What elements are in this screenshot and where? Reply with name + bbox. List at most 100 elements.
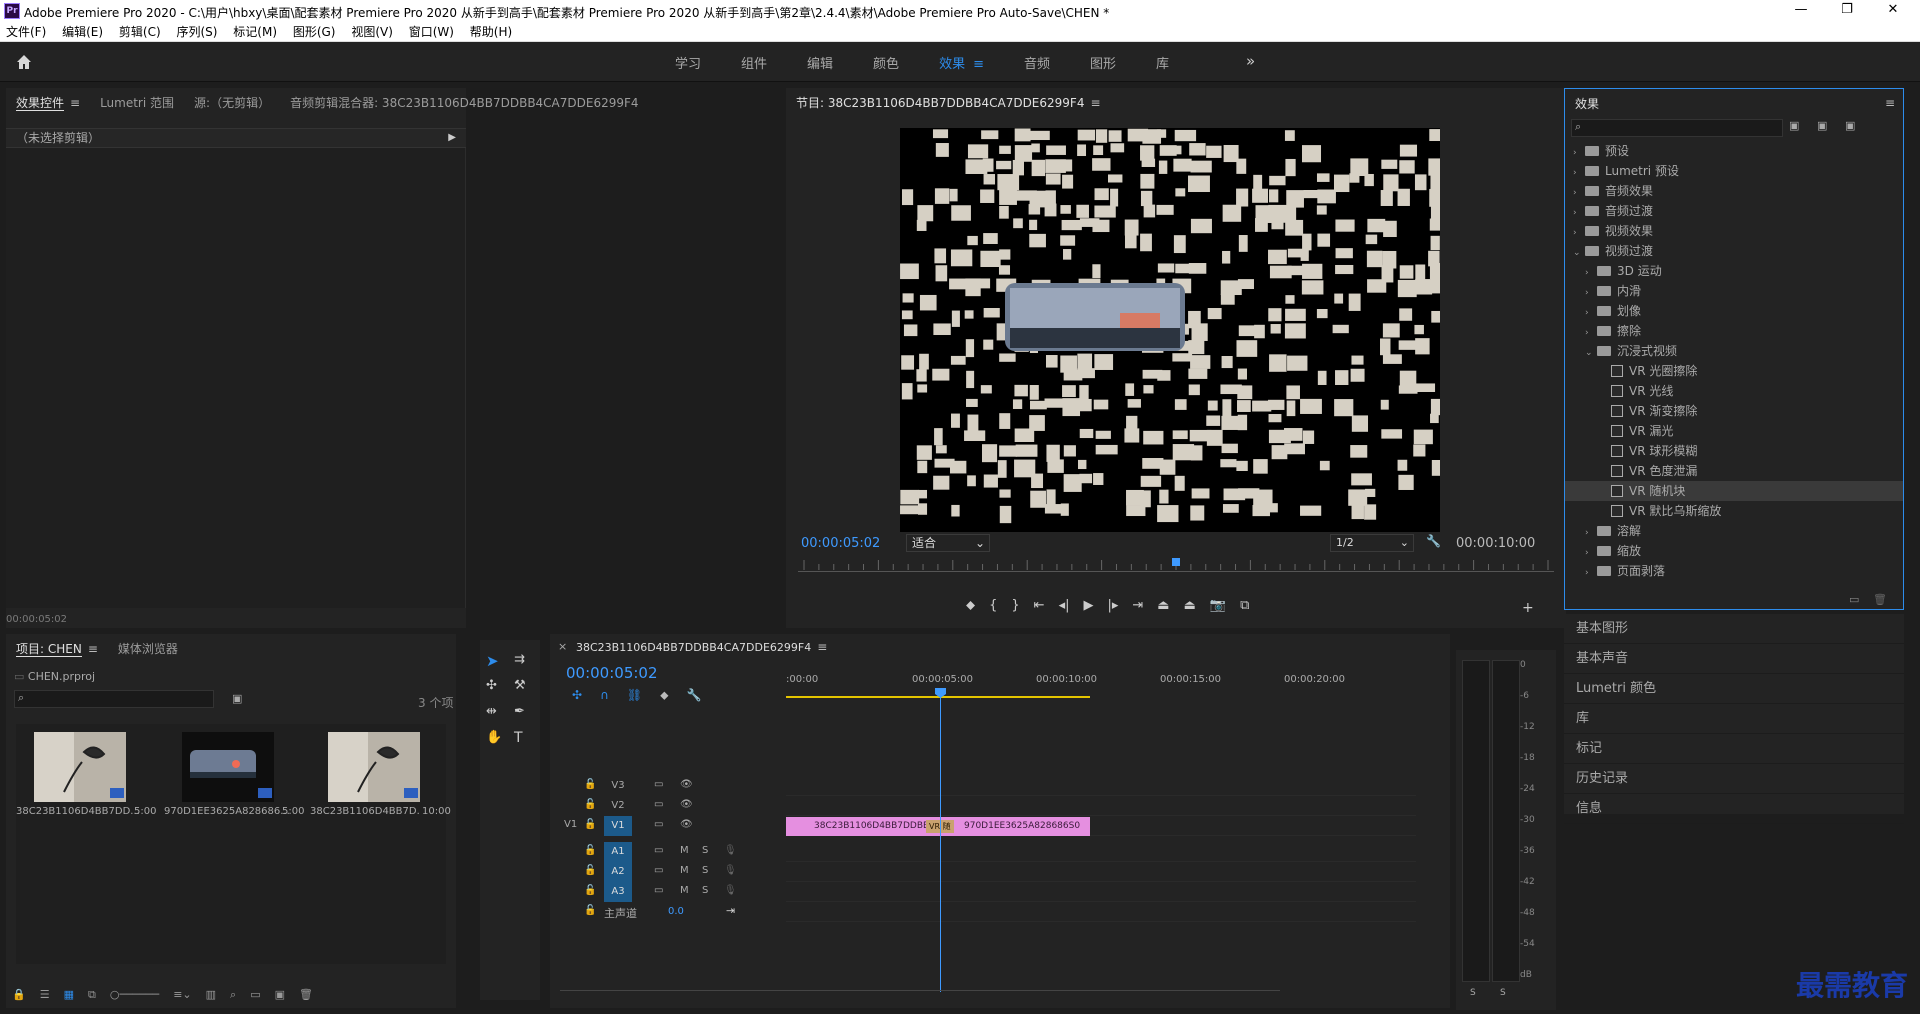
panel-lumetri-color[interactable]: Lumetri 颜色 [1564,674,1904,704]
go-to-out-icon[interactable]: ⇥ [1132,598,1143,613]
effects-folder[interactable]: ⌄ 沉浸式视频 [1565,341,1903,361]
track-lane[interactable] [786,882,1416,902]
eye-icon[interactable]: 👁 [680,799,693,810]
project-item[interactable]: 38C23B1106D4BB7D... 10:00 [310,724,451,824]
zoom-fit-dropdown[interactable]: 适合 ⌄ [906,534,990,552]
lock-icon[interactable]: 🔓 [584,819,596,830]
project-item[interactable]: 970D1EE3625A828686... 5:00 [164,724,304,824]
home-icon[interactable] [14,52,34,72]
menu-edit[interactable]: 编辑(E) [56,22,109,42]
menu-file[interactable]: 文件(F) [0,22,52,42]
chevron-right-icon[interactable]: › [1585,523,1597,543]
solo-button[interactable]: S [702,885,708,896]
step-forward-icon[interactable]: |▸ [1107,598,1118,613]
chevron-right-icon[interactable]: › [1585,263,1597,283]
sync-lock-icon[interactable]: ▭ [654,865,663,876]
playhead[interactable] [940,690,941,992]
menu-sequence[interactable]: 序列(S) [170,22,223,42]
zoom-slider[interactable]: ○────── [110,988,159,1002]
workspace-tab-assembly[interactable]: 组件 [721,53,787,72]
lock-icon[interactable]: 🔓 [584,799,596,810]
hand-tool-icon[interactable]: ✋ [486,730,502,745]
chevron-right-icon[interactable]: › [1585,323,1597,343]
panel-menu-icon[interactable]: ≡ [817,640,827,654]
solo-button[interactable]: S [702,845,708,856]
mute-button[interactable]: M [680,845,689,856]
selection-tool-icon[interactable]: ➤ [486,652,499,670]
chevron-right-icon[interactable]: › [1573,223,1585,243]
track-lane[interactable] [786,902,1416,922]
eye-icon[interactable]: 👁 [680,819,693,830]
play-arrow-icon[interactable]: ▶ [448,129,456,147]
sync-lock-icon[interactable]: ▭ [654,779,663,790]
menu-graphics[interactable]: 图形(G) [287,22,342,42]
program-current-timecode[interactable]: 00:00:05:02 [801,536,880,551]
play-icon[interactable]: ▶ [1083,598,1093,613]
panel-essential-sound[interactable]: 基本声音 [1564,644,1904,674]
find-bin-icon[interactable]: ▣ [232,692,242,705]
menu-markers[interactable]: 标记(M) [227,22,283,42]
track-name[interactable]: V1 [604,816,632,836]
panel-menu-icon[interactable]: ≡ [88,642,98,656]
sync-lock-icon[interactable]: ▭ [654,885,663,896]
snap-icon[interactable]: ∩ [600,688,609,703]
linked-selection-icon[interactable]: ⛓ [627,688,642,703]
tab-lumetri-scopes[interactable]: Lumetri 范围 [90,94,184,111]
sync-lock-icon[interactable]: ▭ [654,819,663,830]
tab-effects[interactable]: 效果 [1565,95,1609,112]
panel-libraries[interactable]: 库 [1564,704,1904,734]
lock-icon[interactable]: 🔓 [584,865,596,876]
panel-essential-graphics[interactable]: 基本图形 [1564,614,1904,644]
new-bin-icon[interactable]: ▭ [250,988,260,1002]
track-lane[interactable] [786,796,1416,816]
lock-icon[interactable]: 🔓 [584,905,596,916]
chevron-right-icon[interactable]: › [1585,543,1597,563]
eye-icon[interactable]: 👁 [680,779,693,790]
track-lane[interactable] [786,862,1416,882]
nest-icon[interactable]: ✣ [572,688,582,703]
effects-folder[interactable]: › 音频效果 [1565,181,1903,201]
lock-icon[interactable]: 🔓 [584,885,596,896]
tab-audio-clip-mixer[interactable]: 音频剪辑混合器: 38C23B1106D4BB7DDBB4CA7DDE6299F… [280,94,648,111]
microphone-icon[interactable]: 🎙 [724,865,737,876]
lock-icon[interactable]: 🔒 [12,988,26,1002]
effects-search-input[interactable]: ⌕ [1571,119,1783,137]
wrench-settings-icon[interactable]: 🔧 [687,688,702,703]
chevron-right-icon[interactable]: › [1585,283,1597,303]
program-video-frame[interactable] [900,128,1440,532]
panel-markers[interactable]: 标记 [1564,734,1904,764]
track-lane[interactable] [786,776,1416,796]
menu-view[interactable]: 视图(V) [345,22,399,42]
type-tool-icon[interactable]: T [514,730,523,746]
workspace-tab-color[interactable]: 颜色 [853,53,919,72]
list-view-icon[interactable]: ☰ [40,988,50,1002]
add-marker-icon[interactable]: ⬥ [660,688,668,703]
track-select-tool-icon[interactable]: ⇉ [514,652,525,667]
chevron-down-icon[interactable]: ⌄ [1573,243,1585,263]
maximize-button[interactable]: ❐ [1824,0,1870,22]
razor-tool-icon[interactable]: ⚒ [514,678,526,693]
effects-folder[interactable]: ⌄ 视频过渡 [1565,241,1903,261]
mark-out-icon[interactable]: } [1011,598,1019,613]
mark-in-icon[interactable]: { [989,598,997,613]
tab-effect-controls[interactable]: 效果控件 ≡ [6,94,90,111]
solo-left-button[interactable]: S [1470,988,1476,998]
chevron-right-icon[interactable]: › [1573,203,1585,223]
more-workspaces-icon[interactable]: » [1246,52,1255,70]
effects-folder[interactable]: › 擦除 [1565,321,1903,341]
effects-folder[interactable]: › 3D 运动 [1565,261,1903,281]
close-button[interactable]: ✕ [1870,0,1916,22]
delete-icon[interactable]: 🗑 [1873,593,1887,606]
add-marker-icon[interactable]: ⬥ [966,598,975,613]
workspace-tab-editing[interactable]: 编辑 [787,53,853,72]
solo-button[interactable]: S [702,865,708,876]
chevron-right-icon[interactable]: › [1573,143,1585,163]
freeform-view-icon[interactable]: ⧉ [88,988,96,1002]
sort-icon[interactable]: ≡⌄ [173,988,191,1002]
workspace-tab-learn[interactable]: 学习 [655,53,721,72]
effects-folder[interactable]: › 划像 [1565,301,1903,321]
track-lane[interactable] [786,842,1416,862]
tab-program[interactable]: 节目: 38C23B1106D4BB7DDBB4CA7DDE6299F4 ≡ [786,94,1111,111]
slip-tool-icon[interactable]: ⇹ [486,704,497,719]
work-area-bar[interactable] [786,696,1090,698]
